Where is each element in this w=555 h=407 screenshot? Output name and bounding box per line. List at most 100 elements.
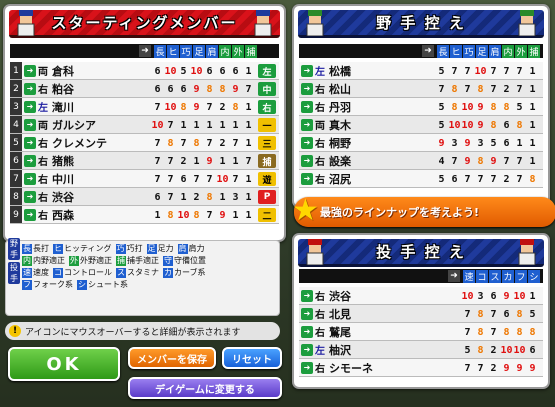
move-arrow-icon[interactable]: ➜ xyxy=(24,190,36,203)
legend-item: 肩肩力 xyxy=(177,243,205,254)
player-row[interactable]: ➜ 右渋谷 10 3 6 9 10 1 xyxy=(299,287,543,305)
move-arrow-icon[interactable]: ➜ xyxy=(24,118,36,131)
player-row[interactable]: ➜ 右鷲尾 7 8 7 8 8 8 xyxy=(299,323,543,341)
player-row[interactable]: 4 ➜ 両ガルシア 10 7 1 1 1 1 1 1 一 xyxy=(10,116,279,134)
header-cell: ス xyxy=(489,269,501,283)
player-row[interactable]: 9 ➜ 右西森 1 8 10 8 7 9 1 1 二 xyxy=(10,206,279,224)
player-name: 鷲尾 xyxy=(329,325,351,339)
move-arrow-icon[interactable]: ➜ xyxy=(301,172,313,185)
info-text: アイコンにマウスオーバーすると詳細が表示されます xyxy=(25,327,241,338)
stat-value: 7 xyxy=(464,326,471,338)
position-badge[interactable]: 捕 xyxy=(258,154,276,168)
stat-value: 9 xyxy=(193,83,200,95)
position-badge[interactable]: 二 xyxy=(258,208,276,222)
move-arrow-icon[interactable]: ➜ xyxy=(301,289,313,302)
player-row[interactable]: ➜ 右松山 7 8 7 8 7 2 7 1 xyxy=(299,80,543,98)
player-row[interactable]: 1 ➜ 両倉科 6 10 5 10 6 6 6 1 左 xyxy=(10,62,279,80)
player-row[interactable]: ➜ 両真木 5 10 10 9 8 6 8 1 xyxy=(299,116,543,134)
move-arrow-icon[interactable]: ➜ xyxy=(301,343,313,356)
bats-throws: 右 xyxy=(38,85,48,96)
stat-value: 7 xyxy=(438,83,445,95)
move-arrow-icon[interactable]: ➜ xyxy=(24,64,36,77)
stat-value: 7 xyxy=(180,137,187,149)
move-arrow-icon[interactable]: ➜ xyxy=(24,208,36,221)
legend-key: 内 xyxy=(22,256,32,266)
player-row[interactable]: ➜ 右シモーネ 7 7 2 9 9 9 xyxy=(299,359,543,377)
legend-key: ヒ xyxy=(53,244,63,254)
move-arrow-icon[interactable]: ➜ xyxy=(301,118,313,131)
stat-value: 1 xyxy=(180,191,187,203)
move-arrow-icon[interactable]: ➜ xyxy=(301,325,313,338)
player-row[interactable]: ➜ 右丹羽 5 8 10 9 8 8 5 1 xyxy=(299,98,543,116)
ok-button[interactable]: OK xyxy=(8,347,120,381)
stat-value: 8 xyxy=(503,326,510,338)
player-row[interactable]: 3 ➜ 左滝川 7 10 8 9 7 2 8 1 右 xyxy=(10,98,279,116)
player-row[interactable]: 2 ➜ 右粕谷 6 6 6 9 8 8 9 7 中 xyxy=(10,80,279,98)
player-row[interactable]: ➜ 左松橋 5 7 7 10 7 7 7 1 xyxy=(299,62,543,80)
legend-key: コ xyxy=(53,268,63,278)
stat-value: 7 xyxy=(477,362,484,374)
player-row[interactable]: ➜ 右桐野 9 3 9 3 5 6 1 1 xyxy=(299,134,543,152)
stat-value: 2 xyxy=(219,137,226,149)
sort-arrow-icon[interactable]: ➜ xyxy=(139,45,151,57)
player-stats: 47989771 xyxy=(435,152,539,170)
stat-value: 7 xyxy=(167,173,174,185)
move-arrow-icon[interactable]: ➜ xyxy=(24,82,36,95)
position-badge[interactable]: 中 xyxy=(258,82,276,96)
stat-value: 9 xyxy=(477,119,484,131)
reset-button[interactable]: リセット xyxy=(222,347,282,369)
stat-value: 1 xyxy=(529,155,536,167)
stat-value: 3 xyxy=(477,290,484,302)
move-arrow-icon[interactable]: ➜ xyxy=(301,100,313,113)
position-badge[interactable]: 遊 xyxy=(258,172,276,186)
stat-value: 5 xyxy=(438,65,445,77)
legend-item: ヒヒッティング xyxy=(53,243,112,254)
player-row[interactable]: ➜ 右北見 7 8 7 6 8 5 xyxy=(299,305,543,323)
header-cell: 捕 xyxy=(245,44,257,58)
position-badge[interactable]: 左 xyxy=(258,64,276,78)
player-row[interactable]: 7 ➜ 右中川 7 7 6 7 7 10 7 1 遊 xyxy=(10,170,279,188)
bats-throws: 右 xyxy=(315,310,325,321)
move-arrow-icon[interactable]: ➜ xyxy=(24,136,36,149)
legend-label: シュート系 xyxy=(88,280,128,289)
legend-key: 巧 xyxy=(115,244,126,254)
player-row[interactable]: ➜ 右沼尻 5 6 7 7 7 2 7 8 xyxy=(299,170,543,188)
row-number: 5 xyxy=(10,134,22,151)
stat-value: 5 xyxy=(529,308,536,320)
player-row[interactable]: ➜ 左柚沢 5 8 2 10 10 6 xyxy=(299,341,543,359)
player-row[interactable]: ➜ 右設楽 4 7 9 8 9 7 7 1 xyxy=(299,152,543,170)
player-row[interactable]: 8 ➜ 右渋谷 6 7 1 2 8 1 3 1 P xyxy=(10,188,279,206)
row-number: 8 xyxy=(10,188,22,205)
position-badge[interactable]: 三 xyxy=(258,136,276,150)
move-arrow-icon[interactable]: ➜ xyxy=(301,307,313,320)
move-arrow-icon[interactable]: ➜ xyxy=(24,100,36,113)
position-badge[interactable]: 右 xyxy=(258,100,276,114)
save-members-button[interactable]: メンバーを保存 xyxy=(128,347,216,369)
header-cell: 外 xyxy=(232,44,244,58)
move-arrow-icon[interactable]: ➜ xyxy=(301,154,313,167)
legend-label: 長打 xyxy=(33,244,49,253)
stat-value: 8 xyxy=(477,344,484,356)
sort-arrow-icon[interactable]: ➜ xyxy=(448,270,460,282)
move-arrow-icon[interactable]: ➜ xyxy=(301,361,313,374)
bench-title: 野 手 控 え xyxy=(298,10,544,38)
move-arrow-icon[interactable]: ➜ xyxy=(301,64,313,77)
player-row[interactable]: 5 ➜ 右クレメンテ 7 8 7 8 7 2 7 1 三 xyxy=(10,134,279,152)
position-badge[interactable]: P xyxy=(258,190,276,204)
pitcher-panel: 投 手 控 え ➜ 速コスカフシ ➜ 右渋谷 10 3 6 9 10 1 ➜ 右北見 7 8 7 6 8 5 ➜… xyxy=(292,233,550,389)
player-name: 桐野 xyxy=(329,136,351,150)
move-arrow-icon[interactable]: ➜ xyxy=(24,154,36,167)
player-name: 設楽 xyxy=(329,154,351,168)
move-arrow-icon[interactable]: ➜ xyxy=(301,136,313,149)
position-badge[interactable]: 一 xyxy=(258,118,276,132)
stat-value: 3 xyxy=(232,191,239,203)
player-row[interactable]: 6 ➜ 右猪熊 7 7 2 1 9 1 1 7 捕 xyxy=(10,152,279,170)
move-arrow-icon[interactable]: ➜ xyxy=(24,172,36,185)
player-stats: 787888 xyxy=(461,323,539,341)
move-arrow-icon[interactable]: ➜ xyxy=(301,82,313,95)
day-game-button[interactable]: デイゲームに変更する xyxy=(128,377,282,399)
header-cell: コ xyxy=(476,269,488,283)
stat-value: 5 xyxy=(516,101,523,113)
sort-arrow-icon[interactable]: ➜ xyxy=(422,45,434,57)
row-number: 2 xyxy=(10,80,22,97)
